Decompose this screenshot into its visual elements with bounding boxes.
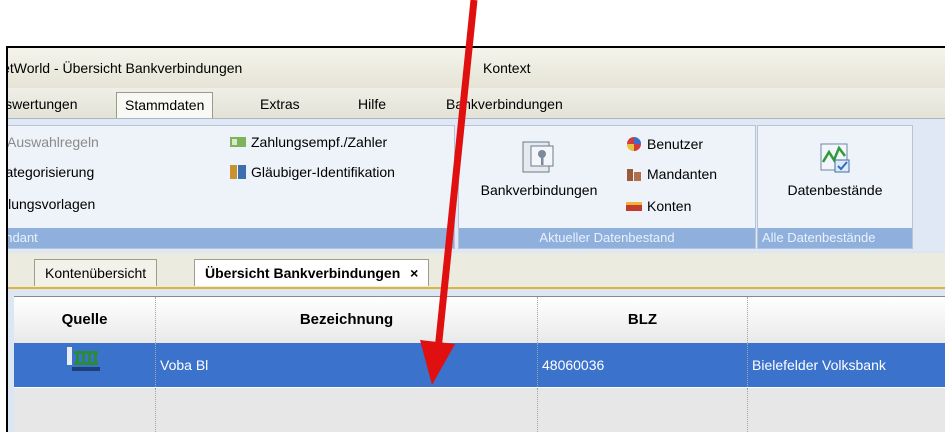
empty-cell — [14, 388, 156, 432]
window-title: NetWorld - Übersicht Bankverbindungen — [6, 60, 243, 76]
database-chart-icon — [762, 138, 908, 182]
table-row[interactable]: Voba Bl 48060036 Bielefelder Volksbank — [14, 343, 945, 387]
ribbon-group-aktueller-datenbestand: Bankverbindungen Benutzer Mandanten Kont… — [458, 125, 756, 249]
tab-stammdaten[interactable]: Stammdaten — [116, 92, 214, 118]
ribbon-group-aktueller-mandant: Auswahlregeln Regeln für autom. Kategori… — [6, 125, 455, 249]
bank-icon — [65, 343, 105, 390]
mandanten-label: Mandanten — [647, 166, 718, 182]
auswahlregeln-button[interactable]: Auswahlregeln — [7, 134, 99, 150]
datenbestaende-label: Datenbestände — [787, 182, 883, 198]
bank-name-cell: Bielefelder Volksbank — [748, 343, 945, 387]
zahlungsempfaenger-label: Zahlungsempf./Zahler — [251, 134, 388, 150]
datenbestaende-button[interactable]: Datenbestände — [762, 138, 908, 218]
id-card-icon — [229, 164, 247, 183]
column-header-bezeichnung[interactable]: Bezeichnung — [156, 297, 538, 343]
glaeubiger-id-button[interactable]: Gläubiger-Identifikation — [229, 164, 395, 183]
tab-hilfe[interactable]: Hilfe — [350, 92, 394, 117]
group-label-alle-datenbestaende: Alle Datenbestände — [758, 228, 912, 248]
blz-cell: 48060036 — [538, 343, 748, 387]
mandanten-button[interactable]: Mandanten — [625, 166, 717, 185]
document-tab-bar: Kontenübersicht Übersicht Bankverbindung… — [8, 253, 945, 289]
konten-button[interactable]: Konten — [625, 198, 691, 217]
close-tab-icon[interactable]: × — [410, 265, 418, 281]
accounts-icon — [625, 198, 643, 217]
quelle-cell — [14, 343, 156, 387]
bezeichnung-cell: Voba Bl — [156, 343, 538, 387]
regeln-kategorisierung-label: Regeln für autom. Kategorisierung — [6, 164, 95, 180]
ribbon-tab-bar: Auswertungen Stammdaten Extras Hilfe Ban… — [8, 88, 945, 119]
tab-uebersicht-bankverbindungen-label: Übersicht Bankverbindungen — [205, 265, 401, 281]
empty-cell — [748, 388, 945, 432]
title-bar: NetWorld - Übersicht Bankverbindungen Ko… — [8, 48, 945, 89]
column-header-blz[interactable]: BLZ — [538, 297, 748, 343]
tab-extras[interactable]: Extras — [252, 92, 308, 117]
konten-label: Konten — [647, 198, 692, 214]
tab-kontenuebersicht-label: Kontenübersicht — [45, 265, 147, 281]
empty-cell — [156, 388, 538, 432]
column-header-quelle[interactable]: Quelle — [14, 297, 156, 343]
bank-connection-icon — [467, 138, 611, 182]
bank-connections-table: Quelle Bezeichnung BLZ Voba Bl 48060036 … — [14, 296, 945, 432]
glaeubiger-id-label: Gläubiger-Identifikation — [251, 164, 395, 180]
context-label: Kontext — [483, 60, 531, 76]
tab-uebersicht-bankverbindungen[interactable]: Übersicht Bankverbindungen × — [194, 259, 430, 286]
bankverbindungen-button[interactable]: Bankverbindungen — [467, 138, 611, 218]
empty-cell — [538, 388, 748, 432]
benutzer-label: Benutzer — [647, 136, 704, 152]
user-icon — [625, 136, 643, 155]
app-window: NetWorld - Übersicht Bankverbindungen Ko… — [6, 46, 945, 432]
contacts-icon — [229, 134, 247, 153]
clients-icon — [625, 166, 643, 185]
tab-auswertungen[interactable]: Auswertungen — [8, 92, 86, 117]
group-label-aktueller-mandant: Aktueller Mandant — [8, 228, 454, 248]
tab-bankverbindungen[interactable]: Bankverbindungen — [438, 92, 571, 117]
ribbon: Auswahlregeln Regeln für autom. Kategori… — [8, 119, 945, 251]
zahlungsempfaenger-button[interactable]: Zahlungsempf./Zahler — [229, 134, 387, 153]
auswahlregeln-label: Auswahlregeln — [7, 134, 99, 150]
table-header: Quelle Bezeichnung BLZ — [14, 296, 945, 344]
table-row-empty — [14, 388, 945, 432]
tab-kontenuebersicht[interactable]: Kontenübersicht — [34, 259, 158, 286]
zahlungsvorlagen-button[interactable]: Zahlungsvorlagen — [8, 196, 96, 212]
regeln-kategorisierung-button[interactable]: Regeln für autom. Kategorisierung — [6, 164, 95, 180]
column-header-bank[interactable] — [748, 297, 945, 343]
bankverbindungen-label: Bankverbindungen — [480, 182, 598, 198]
ribbon-group-alle-datenbestaende: Datenbestände Alle Datenbestände — [757, 125, 913, 249]
zahlungsvorlagen-label: Zahlungsvorlagen — [8, 196, 96, 212]
group-label-aktueller-datenbestand: Aktueller Datenbestand — [459, 228, 755, 248]
benutzer-button[interactable]: Benutzer — [625, 136, 703, 155]
